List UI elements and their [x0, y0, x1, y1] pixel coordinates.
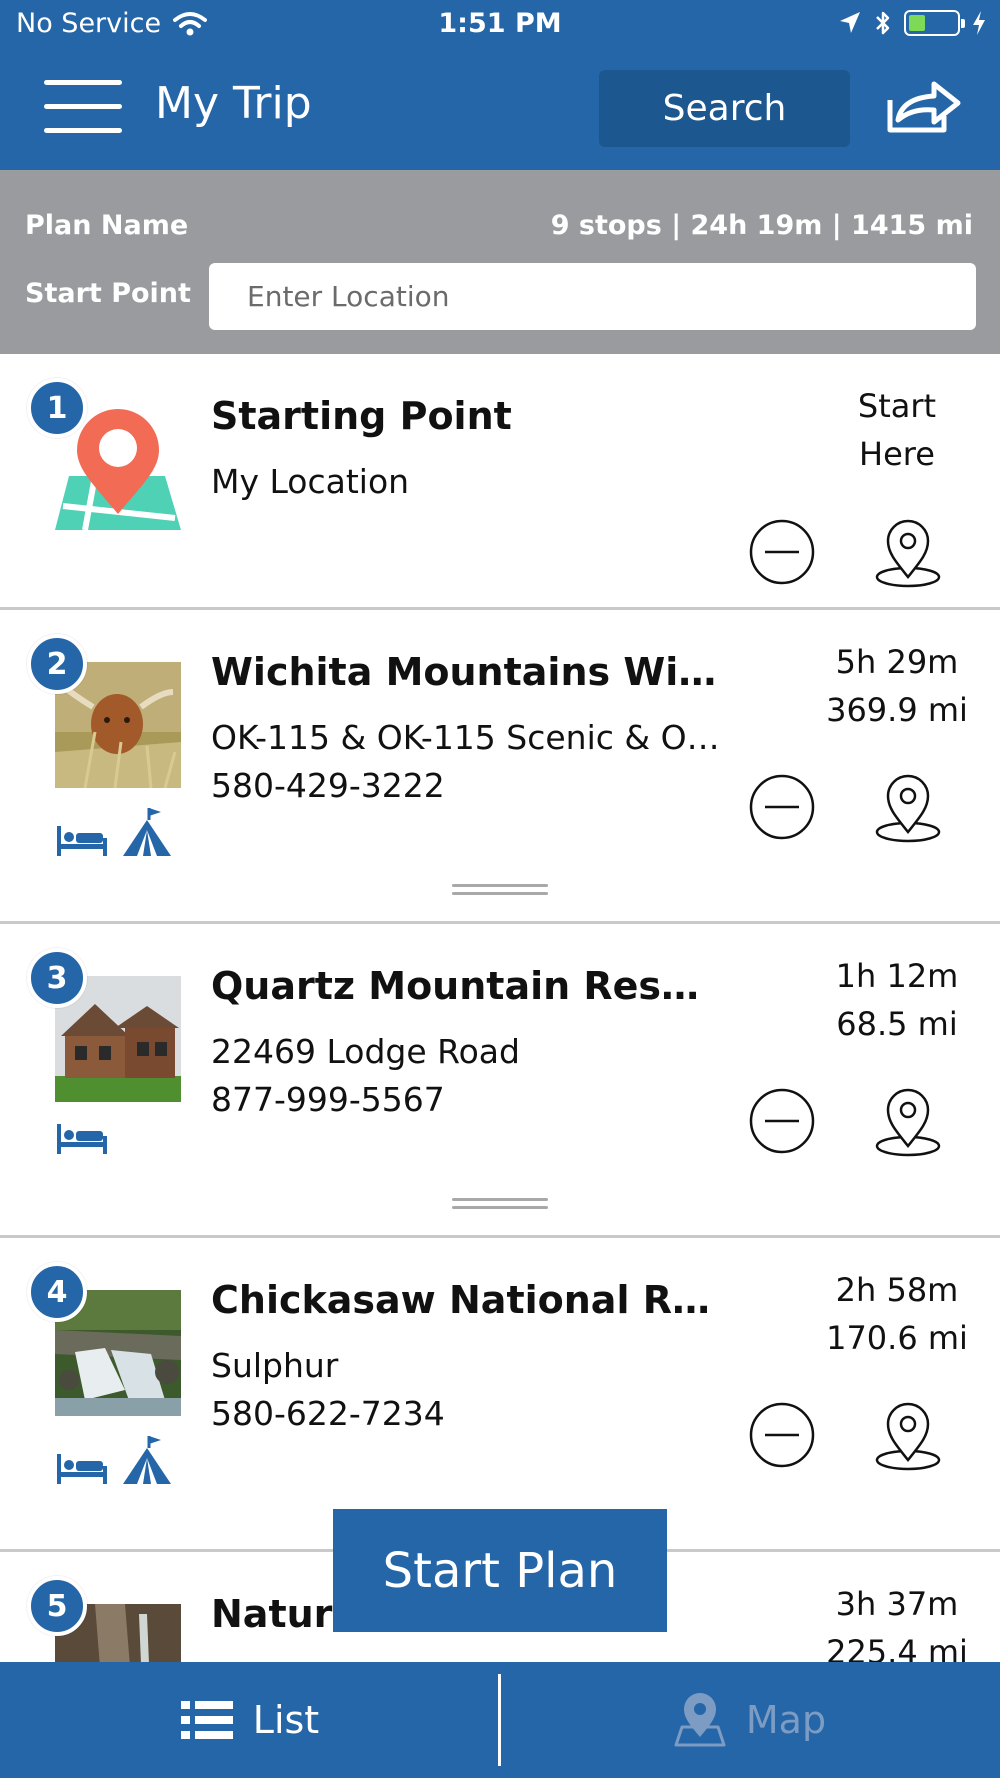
- lodging-icon: [57, 826, 107, 856]
- view-on-map-button[interactable]: [874, 518, 942, 588]
- lodging-icon: [57, 1124, 107, 1154]
- location-arrow-icon: [840, 12, 860, 33]
- stop-number-badge: 4: [27, 1262, 87, 1322]
- stop-distance: 369.9 mi: [826, 691, 968, 729]
- stop-title: Wichita Mountains Wildl...: [211, 650, 721, 694]
- status-right: [838, 9, 986, 37]
- view-on-map-button[interactable]: [874, 1087, 942, 1157]
- menu-icon-line: [44, 80, 122, 85]
- minus-circle-icon: [749, 1088, 815, 1154]
- battery-level: [909, 15, 925, 31]
- stop-distance: 68.5 mi: [836, 1005, 958, 1043]
- map-pin-icon: [875, 1088, 941, 1157]
- stop-title: Chickasaw National Rec...: [211, 1278, 721, 1322]
- minus-circle-icon: [749, 774, 815, 840]
- tab-list[interactable]: List: [0, 1662, 500, 1778]
- stop-meta: 2h 58m 170.6 mi: [800, 1266, 994, 1362]
- drag-handle[interactable]: [452, 1198, 548, 1212]
- stop-drive-time: 5h 29m: [835, 643, 959, 681]
- minus-circle-icon: [749, 1402, 815, 1468]
- map-pin-tab-icon: [674, 1693, 726, 1747]
- camping-icon: [123, 808, 171, 856]
- menu-button[interactable]: [44, 80, 122, 136]
- stop-number-badge: 5: [27, 1576, 87, 1636]
- amenities: [55, 1120, 109, 1156]
- stop-meta-line1: Start: [857, 387, 937, 425]
- start-plan-button[interactable]: Start Plan: [333, 1509, 667, 1632]
- minus-circle-icon: [749, 519, 815, 585]
- drag-handle[interactable]: [452, 884, 548, 898]
- stop-distance: 225.4 mi: [826, 1633, 968, 1662]
- remove-stop-button[interactable]: [749, 774, 815, 840]
- map-pin-icon: [875, 1402, 941, 1471]
- battery-icon: [904, 10, 965, 36]
- stop-meta: 5h 29m 369.9 mi: [800, 638, 994, 734]
- start-location-input[interactable]: [209, 263, 976, 330]
- charging-bolt-icon: [973, 11, 985, 35]
- stop-meta: 3h 37m 225.4 mi: [800, 1580, 994, 1662]
- stop-drive-time: 3h 37m: [835, 1585, 959, 1623]
- stop-row[interactable]: 1 Starting Point My Location Start Here: [0, 354, 1000, 610]
- stop-row[interactable]: 3 Quartz Mountain Resort... 22469 Lodge …: [0, 924, 1000, 1238]
- stop-phone[interactable]: 877-999-5567: [211, 1080, 721, 1119]
- bluetooth-icon: [876, 11, 890, 35]
- stop-drive-time: 2h 58m: [835, 1271, 959, 1309]
- menu-icon-line: [44, 104, 122, 109]
- stop-phone[interactable]: 580-622-7234: [211, 1394, 721, 1433]
- stop-number-badge: 1: [27, 378, 87, 438]
- search-button[interactable]: Search: [599, 70, 850, 147]
- stop-address: Sulphur: [211, 1346, 339, 1385]
- stop-address: OK-115 & OK-115 Scenic & OK-...: [211, 718, 721, 757]
- remove-stop-button[interactable]: [749, 1088, 815, 1154]
- stop-meta: Start Here: [800, 382, 994, 478]
- menu-icon-line: [44, 128, 122, 133]
- stop-title: Quartz Mountain Resort...: [211, 964, 721, 1008]
- tab-list-label: List: [252, 1698, 320, 1742]
- map-pin-icon: [875, 774, 941, 843]
- stops-list: 1 Starting Point My Location Start Here: [0, 354, 1000, 1662]
- camping-icon: [123, 1436, 171, 1484]
- amenities: [55, 806, 173, 858]
- stop-address: 22469 Lodge Road: [211, 1032, 520, 1071]
- stop-meta-line2: Here: [859, 435, 935, 473]
- lodging-icon: [57, 1454, 107, 1484]
- map-pin-icon: [875, 519, 941, 588]
- tab-map-label: Map: [745, 1698, 827, 1742]
- start-point-label: Start Point: [25, 278, 191, 309]
- status-bar: No Service 1:51 PM: [0, 0, 1000, 50]
- plan-header: Plan Name 9 stops | 24h 19m | 1415 mi St…: [0, 170, 1000, 354]
- remove-stop-button[interactable]: [749, 1402, 815, 1468]
- tab-map[interactable]: Map: [500, 1662, 1000, 1778]
- nav-bar: My Trip Search: [0, 50, 1000, 170]
- plan-stats: 9 stops | 24h 19m | 1415 mi: [550, 210, 973, 241]
- plan-name-label: Plan Name: [25, 210, 189, 241]
- stop-row[interactable]: 2 Wichita Mountains Wildl... OK-115 & OK…: [0, 610, 1000, 924]
- view-on-map-button[interactable]: [874, 773, 942, 843]
- bottom-tab-bar: List Map: [0, 1662, 1000, 1778]
- stop-number-badge: 2: [27, 634, 87, 694]
- stop-number-badge: 3: [27, 948, 87, 1008]
- view-on-map-button[interactable]: [874, 1401, 942, 1471]
- share-icon: [887, 81, 961, 133]
- stop-phone[interactable]: 580-429-3222: [211, 766, 721, 805]
- tab-divider: [498, 1674, 501, 1766]
- page-title: My Trip: [155, 78, 312, 129]
- stop-subtitle: My Location: [211, 462, 410, 501]
- stop-drive-time: 1h 12m: [835, 957, 959, 995]
- list-icon: [180, 1701, 233, 1739]
- stop-row[interactable]: 4 Chickasaw National Rec... Sulphur 580-…: [0, 1238, 1000, 1552]
- stop-meta: 1h 12m 68.5 mi: [800, 952, 994, 1048]
- share-button[interactable]: [884, 76, 964, 136]
- amenities: [55, 1434, 173, 1486]
- stop-distance: 170.6 mi: [826, 1319, 968, 1357]
- remove-stop-button[interactable]: [749, 519, 815, 585]
- stop-title: Starting Point: [211, 394, 512, 438]
